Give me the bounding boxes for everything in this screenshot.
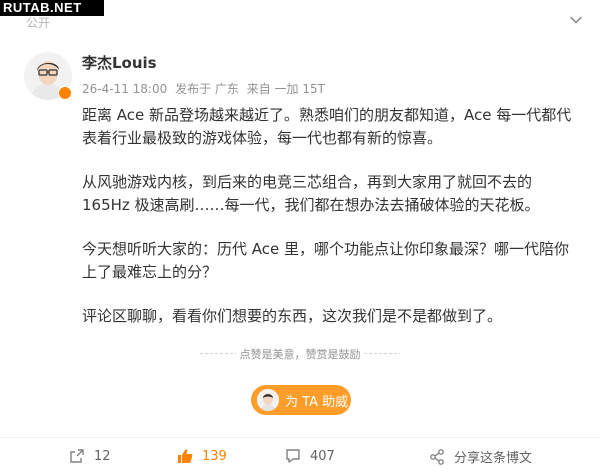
like-button[interactable]: 139 [176, 447, 227, 465]
support-button[interactable]: 为 TA 助威 [251, 385, 351, 415]
like-count: 139 [202, 448, 227, 464]
post-location: 发布于 广东 [175, 82, 239, 96]
visibility-label: 公开 [26, 16, 51, 30]
support-avatar [257, 389, 279, 411]
post-paragraph: 距离 Ace 新品登场越来越近了。熟悉咱们的朋友都知道，Ace 每一代都代表着行… [82, 106, 572, 147]
comment-count: 407 [310, 448, 335, 464]
verified-badge-icon [58, 86, 72, 100]
post-paragraph: 今天想听听大家的：历代 Ace 里，哪个功能点让你印象最深？哪一代陪你上了最难忘… [82, 240, 570, 281]
comment-button[interactable]: 407 [284, 447, 335, 465]
watermark: RUTAB.NET [0, 0, 104, 16]
post-paragraph: 评论区聊聊，看看你们想要的东西，这次我们是不是都做到了。 [82, 307, 503, 325]
share-button[interactable]: 12 [68, 447, 111, 465]
support-label: 为 TA 助威 [285, 394, 349, 410]
share-to-label: 分享这条博文 [454, 451, 533, 466]
share-to-button[interactable]: 分享这条博文 [428, 447, 532, 466]
share-count: 12 [94, 448, 111, 464]
post-meta: 26-4-11 18:00 发布于 广东 来自 一加 15T [82, 80, 329, 97]
post-content: 距离 Ace 新品登场越来越近了。熟悉咱们的朋友都知道，Ace 每一代都代表着行… [82, 104, 582, 349]
post-time[interactable]: 26-4-11 18:00 [82, 82, 167, 96]
author-name[interactable]: 李杰Louis [82, 52, 157, 73]
appreciation-divider-text: 点赞是美意，赞赏是鼓励 [239, 348, 361, 361]
post-source: 来自 一加 15T [246, 82, 325, 96]
thumbs-up-icon [178, 449, 193, 463]
chevron-down-icon[interactable] [568, 12, 584, 28]
post-toolbar: 12 139 407 分享这条博文 [0, 437, 600, 473]
post-paragraph: 从风驰游戏内核，到后来的电竞三芯组合，再到大家用了就回不去的 165Hz 极速高… [82, 173, 540, 214]
share-icon [70, 449, 84, 463]
comment-icon [286, 449, 300, 463]
divider-line-right [364, 353, 400, 354]
share-to-icon [430, 448, 444, 465]
